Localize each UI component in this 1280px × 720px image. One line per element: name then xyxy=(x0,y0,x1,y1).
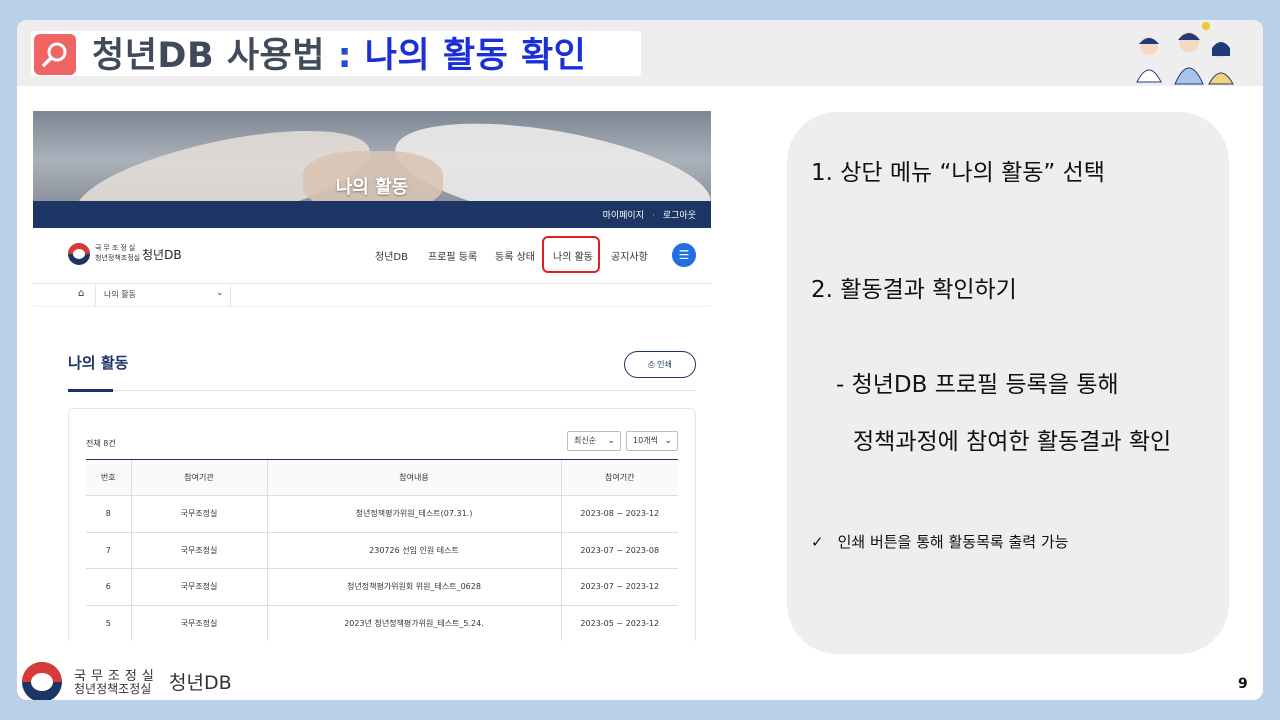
table-row[interactable]: 7 국무조정실 230726 선임 인원 테스트 2023-07 ~ 2023-… xyxy=(86,532,678,569)
footer-org-subname: 청년정책조정실 xyxy=(74,682,152,696)
home-icon[interactable]: ⌂ xyxy=(78,288,84,299)
total-count: 전체 8건 xyxy=(86,439,116,448)
cell-org: 국무조정실 xyxy=(130,605,267,641)
column-header: 참여기간 xyxy=(560,459,678,496)
title-colon: : xyxy=(324,36,365,76)
page-number: 9 xyxy=(1238,676,1248,692)
table-row[interactable]: 5 국무조정실 2023년 청년정책평가위원_테스트_5.24. 2023-05… xyxy=(86,605,678,641)
column-header: 참여내용 xyxy=(266,459,561,496)
breadcrumb-current[interactable]: 나의 활동 xyxy=(104,289,136,300)
slide: 청년DB 사용법 : 나의 활동 확인 나의 활동 마이페이지 · 로그아웃 국무조… xyxy=(17,20,1263,700)
description-line-1: - 청년DB 프로필 등록을 통해 xyxy=(836,372,1119,398)
breadcrumb: ⌂ 나의 활동 ⌄ xyxy=(33,285,711,307)
cell-period: 2023-07 ~ 2023-12 xyxy=(560,568,678,606)
cell-content: 2023년 청년정책평가위원_테스트_5.24. xyxy=(266,605,561,641)
cell-org: 국무조정실 xyxy=(130,568,267,606)
utility-bar: 마이페이지 · 로그아웃 xyxy=(33,201,711,228)
print-note-text: 인쇄 버튼을 통해 활동목록 출력 가능 xyxy=(837,533,1069,551)
hamburger-icon[interactable]: ☰ xyxy=(672,243,696,267)
org-name: 국무조정실 xyxy=(95,244,138,252)
step-2-text: 2. 활동결과 확인하기 xyxy=(811,277,1017,303)
cell-org: 국무조정실 xyxy=(130,495,267,533)
cell-org: 국무조정실 xyxy=(130,532,267,569)
nav-item-register-status[interactable]: 등록 상태 xyxy=(495,248,535,263)
table-row[interactable]: 8 국무조정실 청년정책평가위원_테스트(07.31.) 2023-08 ~ 2… xyxy=(86,495,678,533)
mypage-link[interactable]: 마이페이지 xyxy=(603,211,644,221)
description-line-2: 정책과정에 참여한 활동결과 확인 xyxy=(853,429,1172,455)
page-title: 청년DB 사용법 : 나의 활동 확인 xyxy=(92,34,586,78)
footer-brand: 청년DB xyxy=(169,672,232,694)
check-icon: ✓ xyxy=(811,533,824,551)
logout-link[interactable]: 로그아웃 xyxy=(663,211,696,221)
title-main: 청년DB 사용법 xyxy=(92,36,325,76)
mascot-illustration xyxy=(1136,22,1234,85)
menu-highlight-box xyxy=(542,236,600,273)
org-subname: 청년정책조정실 xyxy=(95,254,141,262)
cell-number: 8 xyxy=(86,495,131,533)
step-1-text: 1. 상단 메뉴 “나의 활동” 선택 xyxy=(811,160,1105,186)
nav-item-youth-db[interactable]: 청년DB xyxy=(375,248,408,263)
print-button[interactable]: ⎙ 인쇄 xyxy=(624,351,696,378)
search-icon xyxy=(34,34,76,75)
website-screenshot: 나의 활동 마이페이지 · 로그아웃 국무조정실 청년정책조정실 청년DB 청년DB… xyxy=(33,111,711,641)
cell-content: 230726 선임 인원 테스트 xyxy=(266,532,561,569)
table-row[interactable]: 6 국무조정실 청년정책평가위원회 위원_테스트_0628 2023-07 ~ … xyxy=(86,568,678,606)
cell-content: 청년정책평가위원회 위원_테스트_0628 xyxy=(266,568,561,606)
chevron-down-icon: ⌄ xyxy=(607,436,615,446)
cell-number: 5 xyxy=(86,605,131,641)
banner-title: 나의 활동 xyxy=(335,177,409,198)
chevron-down-icon[interactable]: ⌄ xyxy=(216,288,224,298)
nav-item-notice[interactable]: 공지사항 xyxy=(611,248,648,263)
print-note: ✓ 인쇄 버튼을 통해 활동목록 출력 가능 xyxy=(811,531,1068,552)
column-header: 번호 xyxy=(86,459,131,496)
cell-number: 7 xyxy=(86,532,131,569)
cell-period: 2023-07 ~ 2023-08 xyxy=(560,532,678,569)
cell-content: 청년정책평가위원_테스트(07.31.) xyxy=(266,495,561,533)
main-nav: 국무조정실 청년정책조정실 청년DB 청년DB 프로필 등록 등록 상태 나의 … xyxy=(33,228,711,284)
title-sub: 나의 활동 확인 xyxy=(364,36,587,76)
cell-number: 6 xyxy=(86,568,131,606)
activity-table: 번호 참여기관 참여내용 참여기간 8 국무조정실 청년정책평가위원_테스트(0… xyxy=(86,459,678,641)
page-heading: 나의 활동 xyxy=(68,354,129,372)
cell-period: 2023-08 ~ 2023-12 xyxy=(560,495,678,533)
column-header: 참여기관 xyxy=(130,459,267,496)
site-brand[interactable]: 청년DB xyxy=(142,246,182,263)
banner-image: 나의 활동 xyxy=(33,111,711,201)
chevron-down-icon: ⌄ xyxy=(664,436,672,446)
page-size-select[interactable]: 10개씩 ⌄ xyxy=(626,431,678,451)
sort-select[interactable]: 최신순 ⌄ xyxy=(567,431,621,451)
table-header: 번호 참여기관 참여내용 참여기간 xyxy=(86,459,678,496)
government-emblem xyxy=(68,243,90,265)
government-emblem xyxy=(22,662,62,700)
nav-item-profile-register[interactable]: 프로필 등록 xyxy=(428,248,477,263)
cell-period: 2023-05 ~ 2023-12 xyxy=(560,605,678,641)
